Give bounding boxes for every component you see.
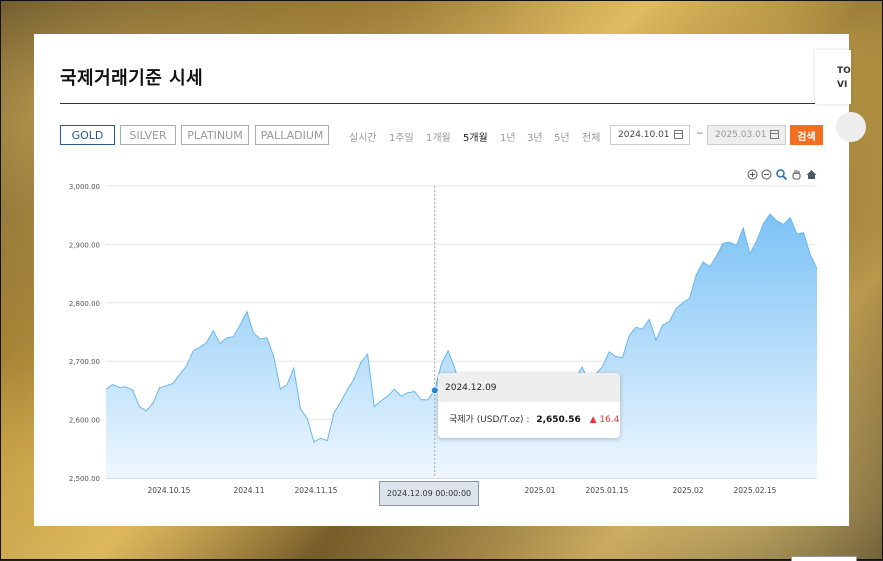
side-card-line1: TO: [837, 66, 851, 76]
side-card[interactable]: TO VI: [815, 50, 851, 104]
price-panel: 국제거래기준 시세 GOLD SILVER PLATINUM PALLADIUM…: [34, 34, 857, 561]
x-tick-label: 2024.11: [233, 486, 264, 495]
price-area: [106, 214, 817, 478]
x-tick-label: 2025.01.15: [586, 486, 629, 495]
tooltip-change-value: 16.4: [599, 415, 620, 425]
tooltip-value: 2,650.56: [536, 415, 581, 425]
y-tick-label: 2,900.00: [69, 241, 100, 249]
tooltip-label: 국제가 (USD/T.oz): [449, 415, 524, 425]
y-tick-label: 2,800.00: [69, 300, 100, 308]
tooltip-change: ▲ 16.4: [590, 415, 620, 425]
x-tick-label: 2025.02: [672, 486, 703, 495]
x-tick-label: 2024.11.15: [295, 486, 338, 495]
side-scroll-button[interactable]: [836, 112, 866, 142]
x-tick-label: 2024.10.15: [148, 486, 191, 495]
y-tick-label: 3,000.00: [69, 183, 100, 191]
x-tick-label: 2025.02.15: [734, 486, 777, 495]
side-card-line2: VI: [837, 80, 848, 90]
up-arrow-icon: ▲: [589, 415, 597, 425]
x-tick-label: 2025.01: [524, 486, 555, 495]
y-tick-label: 2,500.00: [69, 475, 100, 483]
y-tick-label: 2,700.00: [69, 358, 100, 366]
gold-price-chart: 3,000.00 2,900.00 2,800.00 2,700.00 2,600.00…: [69, 183, 818, 495]
y-tick-label: 2,600.00: [69, 417, 100, 425]
tooltip-body: 국제가 (USD/T.oz) : 2,650.56 ▲ 16.4: [449, 412, 619, 425]
price-tooltip: 2024.12.09 국제가 (USD/T.oz) : 2,650.56 ▲ 1…: [438, 373, 620, 438]
tooltip-separator: :: [526, 415, 530, 425]
tooltip-date: 2024.12.09: [438, 373, 620, 402]
crosshair-x-label: 2024.12.09 00:00:00: [379, 481, 479, 506]
partial-button[interactable]: [791, 556, 857, 561]
